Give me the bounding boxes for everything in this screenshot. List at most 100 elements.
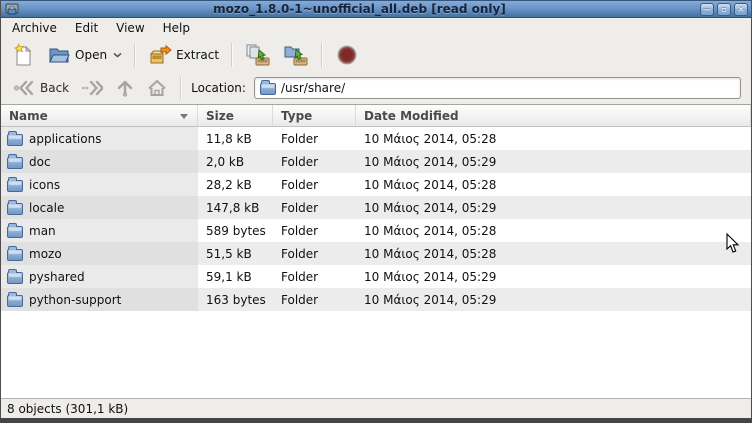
file-size: 589 bytes — [198, 219, 273, 242]
file-name: icons — [29, 178, 60, 192]
add-files-icon — [245, 43, 271, 67]
toolbar-separator — [321, 43, 323, 67]
column-header-name[interactable]: Name — [1, 105, 198, 126]
extract-icon — [148, 43, 172, 67]
toolbar-separator — [134, 43, 136, 67]
menu-view[interactable]: View — [107, 18, 153, 38]
forward-button[interactable] — [75, 75, 109, 101]
file-size: 59,1 kB — [198, 265, 273, 288]
file-date-modified: 10 Μάιος 2014, 05:29 — [356, 196, 751, 219]
location-entry[interactable] — [254, 77, 741, 99]
location-label: Location: — [191, 81, 246, 95]
file-name: man — [29, 224, 56, 238]
maximize-button[interactable]: ▫ — [717, 3, 731, 16]
folder-icon — [7, 226, 23, 238]
back-button[interactable]: Back — [7, 75, 75, 101]
window-title: mozo_1.8.0-1~unofficial_all.deb [read on… — [19, 2, 700, 16]
file-date-modified: 10 Μάιος 2014, 05:28 — [356, 173, 751, 196]
file-size: 147,8 kB — [198, 196, 273, 219]
file-type: Folder — [273, 150, 356, 173]
folder-icon — [7, 295, 23, 307]
file-type: Folder — [273, 242, 356, 265]
table-row[interactable]: python-support 163 bytes Folder 10 Μάιος… — [1, 288, 751, 311]
file-type: Folder — [273, 196, 356, 219]
back-icon — [13, 79, 35, 97]
file-size: 163 bytes — [198, 288, 273, 311]
home-icon — [147, 79, 167, 97]
toolbar: Open Extract — [1, 38, 751, 72]
menu-edit[interactable]: Edit — [66, 18, 107, 38]
up-button[interactable] — [109, 75, 141, 101]
file-type: Folder — [273, 173, 356, 196]
table-row[interactable]: man 589 bytes Folder 10 Μάιος 2014, 05:2… — [1, 219, 751, 242]
file-name: mozo — [29, 247, 62, 261]
table-row[interactable]: applications 11,8 kB Folder 10 Μάιος 201… — [1, 127, 751, 150]
file-name: doc — [29, 155, 51, 169]
menubar: Archive Edit View Help — [1, 18, 751, 38]
table-row[interactable]: mozo 51,5 kB Folder 10 Μάιος 2014, 05:28 — [1, 242, 751, 265]
table-row[interactable]: icons 28,2 kB Folder 10 Μάιος 2014, 05:2… — [1, 173, 751, 196]
minimize-button[interactable]: — — [700, 3, 714, 16]
close-button[interactable]: ✕ — [734, 3, 748, 16]
file-date-modified: 10 Μάιος 2014, 05:29 — [356, 150, 751, 173]
add-folder-button[interactable] — [277, 40, 315, 70]
folder-icon — [7, 134, 23, 146]
add-files-button[interactable] — [239, 40, 277, 70]
file-name: pyshared — [29, 270, 85, 284]
file-name: locale — [29, 201, 64, 215]
statusbar: 8 objects (301,1 kB) — [1, 398, 751, 418]
archive-manager-icon[interactable] — [5, 3, 19, 16]
titlebar[interactable]: mozo_1.8.0-1~unofficial_all.deb [read on… — [1, 0, 751, 18]
file-date-modified: 10 Μάιος 2014, 05:29 — [356, 265, 751, 288]
file-date-modified: 10 Μάιος 2014, 05:28 — [356, 242, 751, 265]
stop-button[interactable] — [329, 40, 365, 70]
folder-icon — [7, 203, 23, 215]
up-icon — [115, 79, 135, 97]
extract-button-label: Extract — [176, 48, 219, 62]
extract-button[interactable]: Extract — [142, 40, 225, 70]
file-date-modified: 10 Μάιος 2014, 05:28 — [356, 127, 751, 150]
table-row[interactable]: doc 2,0 kB Folder 10 Μάιος 2014, 05:29 — [1, 150, 751, 173]
navbar-separator — [180, 77, 182, 99]
open-button-label: Open — [75, 48, 107, 62]
folder-icon — [7, 272, 23, 284]
file-list-header: Name Size Type Date Modified — [1, 105, 751, 127]
location-input[interactable] — [281, 81, 735, 95]
menu-help[interactable]: Help — [154, 18, 199, 38]
folder-icon — [7, 249, 23, 261]
file-type: Folder — [273, 219, 356, 242]
table-row[interactable]: locale 147,8 kB Folder 10 Μάιος 2014, 05… — [1, 196, 751, 219]
toolbar-separator — [231, 43, 233, 67]
table-row[interactable]: pyshared 59,1 kB Folder 10 Μάιος 2014, 0… — [1, 265, 751, 288]
file-size: 2,0 kB — [198, 150, 273, 173]
forward-icon — [81, 79, 103, 97]
new-archive-button[interactable] — [5, 40, 41, 70]
file-date-modified: 10 Μάιος 2014, 05:28 — [356, 219, 751, 242]
file-list: Name Size Type Date Modified application… — [1, 104, 751, 398]
file-type: Folder — [273, 288, 356, 311]
folder-icon — [260, 83, 276, 95]
status-text: 8 objects (301,1 kB) — [7, 402, 128, 416]
folder-icon — [7, 157, 23, 169]
file-type: Folder — [273, 265, 356, 288]
folder-icon — [7, 180, 23, 192]
file-type: Folder — [273, 127, 356, 150]
open-dropdown-chevron-icon[interactable] — [113, 52, 122, 58]
file-size: 51,5 kB — [198, 242, 273, 265]
file-size: 11,8 kB — [198, 127, 273, 150]
open-archive-icon — [47, 43, 71, 67]
column-header-size[interactable]: Size — [198, 105, 273, 126]
column-header-type[interactable]: Type — [273, 105, 356, 126]
home-button[interactable] — [141, 75, 173, 101]
back-button-label: Back — [40, 81, 69, 95]
column-header-date-modified[interactable]: Date Modified — [356, 105, 751, 126]
open-archive-button[interactable]: Open — [41, 40, 128, 70]
file-date-modified: 10 Μάιος 2014, 05:29 — [356, 288, 751, 311]
sort-indicator-icon — [180, 114, 188, 119]
archive-manager-window: mozo_1.8.0-1~unofficial_all.deb [read on… — [0, 0, 752, 423]
menu-archive[interactable]: Archive — [3, 18, 66, 38]
new-archive-icon — [11, 43, 35, 67]
file-size: 28,2 kB — [198, 173, 273, 196]
navigation-bar: Back — [1, 72, 751, 104]
stop-icon — [335, 43, 359, 67]
